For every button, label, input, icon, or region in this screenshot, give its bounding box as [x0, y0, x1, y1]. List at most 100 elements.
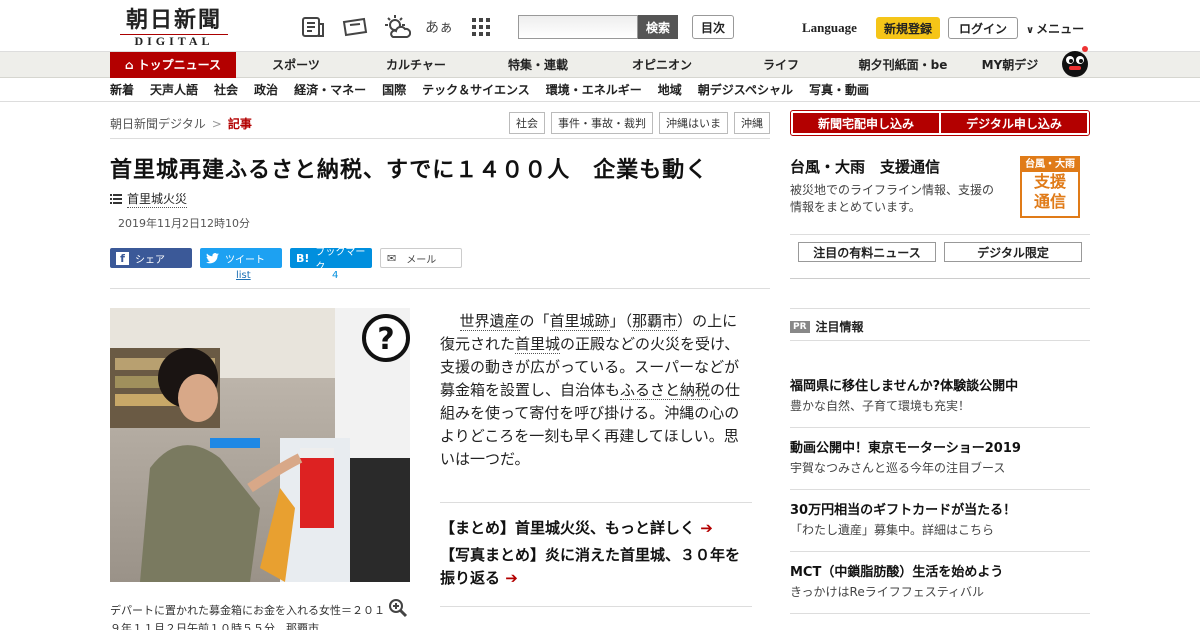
nav2-item-economy[interactable]: 経済・マネー	[286, 78, 374, 102]
facebook-share-label: シェア	[135, 254, 165, 266]
term-link-ruins[interactable]: 跡	[594, 312, 610, 331]
language-link[interactable]: Language	[802, 20, 857, 36]
breadcrumb: 朝日新聞デジタル > 記事	[110, 115, 252, 132]
related-link-summary[interactable]: 【まとめ】首里城火災、もっと詳しく ➔	[440, 517, 752, 540]
hatena-count[interactable]: 4	[332, 270, 338, 281]
term-link-world-heritage[interactable]: 世界遺産	[459, 312, 520, 331]
register-button[interactable]: 新規登録	[876, 17, 941, 39]
tag-incidents[interactable]: 事件・事故・裁判	[551, 112, 653, 134]
nav-item-my-asadigi[interactable]: MY朝デジ	[968, 52, 1052, 78]
term-link-shurijo-2[interactable]: 首里城	[515, 335, 561, 354]
divider	[110, 288, 770, 289]
grid-menu-icon[interactable]	[466, 14, 496, 40]
breadcrumb-home[interactable]: 朝日新聞デジタル	[110, 117, 206, 131]
topic-link[interactable]: 首里城火災	[110, 190, 188, 208]
pr-item-description: 宇賀なつみさんと巡る今年の注目ブース	[790, 461, 1006, 475]
hatena-bookmark-label: ブックマーク	[315, 247, 366, 273]
nav-item-top-news[interactable]: ⌂ トップニュース	[110, 52, 236, 78]
list-item[interactable]: MCT（中鎖脂肪酸）生活を始めよう きっかけはReライフフェスティバル	[790, 552, 1090, 614]
arrow-right-icon: ➔	[700, 519, 713, 537]
hatena-bookmark-button[interactable]: B! ブックマーク	[290, 247, 372, 273]
mail-share-button[interactable]: ✉ メール	[380, 248, 462, 268]
list-item[interactable]: 福岡県に移住しませんか?体験談公開中 豊かな自然、子育て環境も充実！	[790, 366, 1090, 428]
article-body: 世界遺産の「首里城跡」（那覇市）の上に復元された首里城の正殿などの火災を受け、支…	[440, 310, 752, 471]
pr-header: PR 注目情報	[790, 318, 864, 335]
divider	[790, 278, 1090, 279]
login-button[interactable]: ログイン	[948, 17, 1018, 39]
photo-caption: デパートに置かれた募金箱にお金を入れる女性＝２０１９年１１月２日午前１０時５５分…	[110, 604, 385, 630]
nav2-item-tech-science[interactable]: テック＆サイエンス	[414, 78, 538, 102]
ticket-icon[interactable]	[340, 14, 370, 40]
related-link-label: 【まとめ】首里城火災、もっと詳しく	[440, 519, 696, 537]
nav2-item-international[interactable]: 国際	[374, 78, 414, 102]
publish-date: 2019年11月2日12時10分	[118, 217, 250, 230]
nav-item-life[interactable]: ライフ	[724, 52, 838, 78]
nav2-item-latest[interactable]: 新着	[110, 78, 142, 102]
nav2-item-society[interactable]: 社会	[206, 78, 246, 102]
tag-okinawa[interactable]: 沖縄	[734, 112, 770, 134]
divider	[110, 138, 770, 139]
nav2-item-politics[interactable]: 政治	[246, 78, 286, 102]
newspaper-icon[interactable]	[298, 14, 328, 40]
article-photo[interactable]: ?	[110, 308, 410, 582]
nav2-item-special[interactable]: 朝デジスペシャル	[690, 78, 801, 102]
sidebar-tabs: 注目の有料ニュース デジタル限定	[798, 242, 1082, 262]
digital-subscribe-button[interactable]: デジタル申し込み	[941, 113, 1087, 133]
zoom-icon[interactable]	[388, 598, 408, 623]
pr-item-description: きっかけはReライフフェスティバル	[790, 585, 984, 599]
badge-top-label: 台風・大雨	[1022, 158, 1078, 172]
nav-item-opinion[interactable]: オピニオン	[600, 52, 724, 78]
badge-main-label-1: 支援	[1033, 172, 1066, 191]
subscribe-buttons: 新聞宅配申し込み デジタル申し込み	[790, 110, 1090, 136]
toc-button[interactable]: 目次	[692, 15, 734, 39]
related-link-photos[interactable]: 【写真まとめ】炎に消えた首里城、３０年を振り返る ➔	[440, 544, 752, 590]
disaster-support-box[interactable]: 台風・大雨 支援通信 被災地でのライフライン情報、支援の情報をまとめています。 …	[790, 152, 1090, 232]
tab-premium-news[interactable]: 注目の有料ニュース	[798, 242, 936, 262]
nav-item-features[interactable]: 特集・連載	[476, 52, 600, 78]
svg-text:?: ?	[377, 322, 394, 357]
tag-okinawa-now[interactable]: 沖縄はいま	[659, 112, 728, 134]
font-size-label: あぁ	[425, 20, 453, 36]
nav-item-sports[interactable]: スポーツ	[236, 52, 356, 78]
mail-icon: ✉	[387, 251, 397, 265]
nav-item-paper[interactable]: 朝夕刊紙面・be	[838, 52, 968, 78]
weather-icon[interactable]	[382, 14, 412, 40]
site-logo[interactable]: 朝日新聞 DIGITAL	[120, 8, 228, 48]
term-link-shurijo[interactable]: 首里城	[549, 312, 595, 331]
body-text: 」（	[609, 312, 633, 330]
list-item[interactable]: 30万円相当のギフトカードが当たる！ 「わたし遺産」募集中。詳細はこちら	[790, 490, 1090, 552]
pr-list: 福岡県に移住しませんか?体験談公開中 豊かな自然、子育て環境も充実！ 動画公開中…	[790, 366, 1090, 614]
newspaper-subscribe-button[interactable]: 新聞宅配申し込み	[793, 113, 939, 133]
menu-button[interactable]: ∨ メニュー	[1026, 20, 1092, 37]
page-content: 朝日新聞デジタル > 記事 社会 事件・事故・裁判 沖縄はいま 沖縄 首里城再建ふる…	[110, 102, 1090, 630]
divider	[790, 234, 1090, 235]
site-header: 朝日新聞 DIGITAL あぁ 検索 目次 Language 新規登録 ログイン	[0, 0, 1200, 52]
share-bar: fシェア ツイート B!ブックマーク ✉メール ⎙印刷	[110, 247, 462, 484]
logo-japanese: 朝日新聞	[125, 7, 222, 33]
nav2-item-photo-video[interactable]: 写真・動画	[801, 78, 877, 102]
list-item[interactable]: 動画公開中！東京モーターショー2019 宇賀なつみさんと巡る今年の注目ブース	[790, 428, 1090, 490]
nav2-item-environment[interactable]: 環境・エネルギー	[538, 78, 650, 102]
search-button[interactable]: 検索	[638, 15, 678, 39]
breadcrumb-separator: >	[211, 117, 222, 131]
hatena-icon: B!	[296, 251, 310, 265]
related-link-label: 【写真まとめ】炎に消えた首里城、３０年を振り返る	[440, 546, 741, 587]
twitter-count[interactable]: list	[236, 270, 251, 281]
nav2-item-region[interactable]: 地域	[650, 78, 690, 102]
nav-item-culture[interactable]: カルチャー	[356, 52, 476, 78]
font-size-icon[interactable]: あぁ	[424, 14, 454, 40]
pr-item-description: 豊かな自然、子育て環境も充実！	[790, 399, 971, 413]
twitter-share-button[interactable]: ツイート	[200, 248, 282, 268]
mail-share-label: メール	[406, 254, 437, 266]
facebook-share-button[interactable]: f シェア	[110, 248, 192, 268]
facebook-icon: f	[116, 251, 129, 265]
tag-society[interactable]: 社会	[509, 112, 545, 134]
chevron-down-icon: ∨	[1026, 25, 1035, 36]
term-link-naha[interactable]: 那覇市	[632, 312, 678, 331]
search-input[interactable]	[518, 15, 638, 39]
tab-digital-only[interactable]: デジタル限定	[944, 242, 1082, 262]
term-link-furusato-nozei[interactable]: ふるさと納税	[620, 381, 711, 400]
badge-main-label-2: 通信	[1033, 192, 1066, 211]
nav2-item-tensei-jingo[interactable]: 天声人語	[142, 78, 206, 102]
mascot-icon[interactable]	[1060, 44, 1090, 78]
